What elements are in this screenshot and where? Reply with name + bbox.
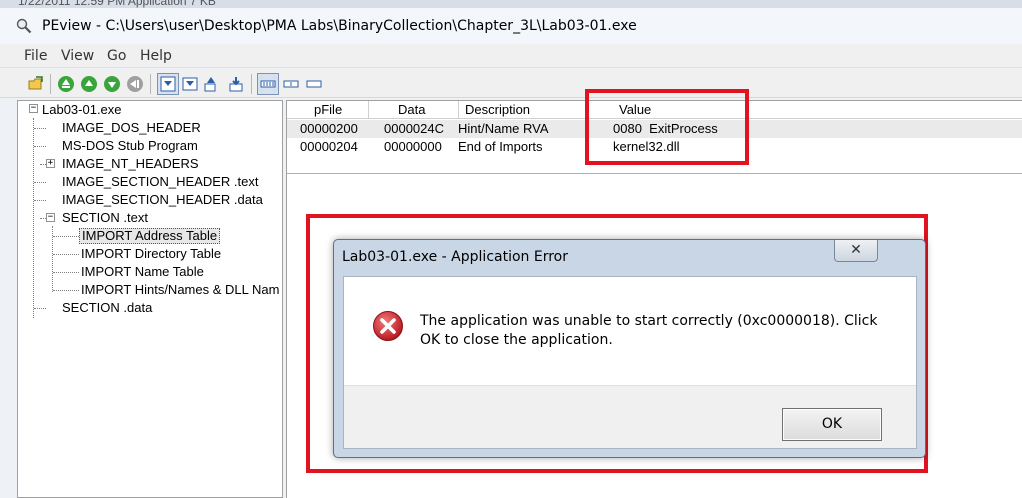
format-word-icon[interactable] xyxy=(282,75,300,93)
tree-connector xyxy=(53,254,79,255)
dialog-title: Lab03-01.exe - Application Error xyxy=(342,249,568,265)
tree-item-nt-headers[interactable]: IMAGE_NT_HEADERS xyxy=(60,156,201,172)
toolbar xyxy=(0,70,1022,98)
cell-data: 00000000 xyxy=(384,139,442,154)
cell-description: End of Imports xyxy=(458,139,543,154)
nav-end-icon[interactable] xyxy=(126,75,144,93)
tree-connector xyxy=(53,290,79,291)
ok-button[interactable]: OK xyxy=(782,408,882,441)
menu-help[interactable]: Help xyxy=(140,48,172,64)
title-bar: PEview - C:\Users\user\Desktop\PMA Labs\… xyxy=(0,8,1022,44)
tree-connector xyxy=(33,118,34,318)
tree-connector xyxy=(53,272,79,273)
window-title: PEview - C:\Users\user\Desktop\PMA Labs\… xyxy=(42,18,637,34)
dialog-message: The application was unable to start corr… xyxy=(420,313,878,348)
tree-connector xyxy=(34,128,46,129)
error-icon xyxy=(373,311,403,341)
tree-item-dos-stub[interactable]: MS-DOS Stub Program xyxy=(60,138,200,154)
cell-pfile: 00000200 xyxy=(300,121,358,136)
dialog-footer: OK xyxy=(344,385,916,448)
view-header-icon[interactable] xyxy=(181,75,199,93)
view-collapse-icon[interactable] xyxy=(204,75,222,93)
cell-data: 0000024C xyxy=(384,121,444,136)
format-dword-icon[interactable] xyxy=(305,75,323,93)
expand-icon[interactable]: + xyxy=(46,159,55,168)
nav-start-icon[interactable] xyxy=(57,75,75,93)
column-header-pfile[interactable]: pFile xyxy=(287,101,369,119)
tree-item-root[interactable]: Lab03-01.exe xyxy=(40,102,124,118)
collapse-icon[interactable]: − xyxy=(29,104,38,113)
toolbar-separator xyxy=(251,74,252,94)
cell-description: Hint/Name RVA xyxy=(458,121,549,136)
tree-item-import-hints-names[interactable]: IMPORT Hints/Names & DLL Nam xyxy=(79,282,281,298)
tree-item-section-header-data[interactable]: IMAGE_SECTION_HEADER .data xyxy=(60,192,265,208)
annotation-box-value xyxy=(585,89,749,165)
tree-connector xyxy=(34,146,46,147)
menu-file[interactable]: File xyxy=(24,48,47,64)
format-byte-button[interactable] xyxy=(257,73,279,95)
tree-connector xyxy=(34,182,46,183)
tree-item-section-data[interactable]: SECTION .data xyxy=(60,300,154,316)
dialog-body: The application was unable to start corr… xyxy=(343,276,917,449)
menu-go[interactable]: Go xyxy=(107,48,126,64)
tree-item-section-text[interactable]: SECTION .text xyxy=(60,210,150,226)
format-byte-icon xyxy=(260,80,276,88)
cell-pfile: 00000204 xyxy=(300,139,358,154)
dialog-close-button[interactable]: ✕ xyxy=(834,240,878,262)
column-header-data[interactable]: Data xyxy=(369,101,459,119)
menu-view[interactable]: View xyxy=(61,48,94,64)
tree-panel: − Lab03-01.exe IMAGE_DOS_HEADER MS-DOS S… xyxy=(17,100,283,498)
error-dialog: Lab03-01.exe - Application Error ✕ The a… xyxy=(333,239,926,458)
background-window-text: 1/22/2011 12:59 PM Application 7 KB xyxy=(18,0,216,8)
tree-connector xyxy=(34,200,46,201)
tree-connector xyxy=(34,308,46,309)
nav-back-icon[interactable] xyxy=(80,75,98,93)
tree-item-dos-header[interactable]: IMAGE_DOS_HEADER xyxy=(60,120,203,136)
table-divider xyxy=(287,173,1022,174)
view-data-button[interactable] xyxy=(157,73,179,95)
column-header-description[interactable]: Description xyxy=(459,101,587,119)
toolbar-separator xyxy=(150,74,151,94)
tree-item-section-header-text[interactable]: IMAGE_SECTION_HEADER .text xyxy=(60,174,261,190)
tree-item-import-directory-table[interactable]: IMPORT Directory Table xyxy=(79,246,223,262)
tree-item-import-name-table[interactable]: IMPORT Name Table xyxy=(79,264,206,280)
view-expand-icon[interactable] xyxy=(227,75,245,93)
collapse-icon[interactable]: − xyxy=(46,213,55,222)
nav-forward-icon[interactable] xyxy=(103,75,121,93)
tree-connector xyxy=(53,236,79,237)
view-data-icon xyxy=(160,76,176,92)
toolbar-separator xyxy=(50,74,51,94)
tree-item-import-address-table[interactable]: IMPORT Address Table xyxy=(79,228,221,244)
menu-bar: File View Go Help xyxy=(0,44,1022,68)
magnifier-icon xyxy=(16,18,32,34)
open-icon[interactable] xyxy=(27,75,45,93)
background-window-strip: 1/22/2011 12:59 PM Application 7 KB xyxy=(0,0,1022,8)
close-icon: ✕ xyxy=(850,242,862,258)
